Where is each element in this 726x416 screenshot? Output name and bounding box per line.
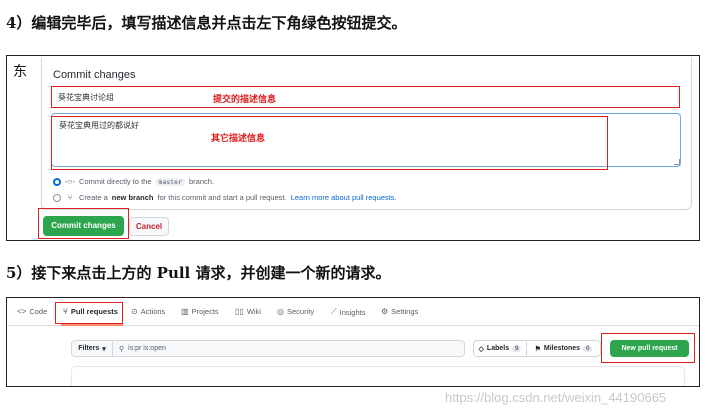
- tab-projects[interactable]: ▥ Projects: [181, 307, 219, 316]
- watermark: https://blog.csdn.net/weixin_44190665: [445, 390, 667, 405]
- tab-security[interactable]: ◎ Security: [277, 307, 314, 316]
- summary-annotation: 提交的描述信息: [213, 95, 277, 105]
- radio-commit-direct[interactable]: -○- Commit directly to the master branch…: [53, 177, 214, 186]
- radio-unselected-icon[interactable]: [53, 193, 61, 202]
- pull-requests-highlight-box: [55, 302, 123, 324]
- tab-code[interactable]: <> Code: [17, 307, 47, 316]
- pull-request-list: [71, 366, 685, 386]
- description-annotation: 其它描述信息: [211, 134, 266, 144]
- project-board-icon: ▥: [181, 307, 189, 316]
- shield-icon: ◎: [277, 307, 284, 316]
- graph-icon: ⟋: [331, 307, 337, 316]
- radio-new-branch[interactable]: ⑂ Create a new branch for this commit an…: [53, 193, 397, 202]
- search-icon: ⚲: [119, 345, 125, 353]
- tab-actions[interactable]: ⊙ Actions: [131, 307, 165, 316]
- new-pull-request-button[interactable]: New pull request: [610, 340, 689, 357]
- commit-summary-input[interactable]: 葵花宝典讨论组: [51, 86, 680, 108]
- labels-count: 9: [512, 345, 522, 352]
- book-icon: ▯▯: [235, 307, 244, 316]
- milestone-icon: ⚑: [534, 345, 541, 353]
- resize-grip-icon[interactable]: [674, 159, 680, 165]
- filters-button[interactable]: Filters ▾: [71, 340, 113, 357]
- pr-search-input[interactable]: ⚲ is:pr is:open: [112, 340, 465, 357]
- tab-wiki[interactable]: ▯▯ Wiki: [235, 307, 261, 316]
- labels-button[interactable]: ◇ Labels 9: [473, 340, 527, 357]
- tab-settings[interactable]: ⚙ Settings: [381, 307, 418, 316]
- commit-changes-title: Commit changes: [53, 69, 136, 81]
- step-4-instruction: 4）编辑完毕后，填写描述信息并点击左下角绿色按钮提交。: [6, 14, 407, 32]
- side-character: 东: [13, 64, 27, 80]
- commit-icon: -○-: [65, 177, 76, 186]
- caret-down-icon: ▾: [102, 345, 106, 353]
- branch-tag: master: [155, 177, 186, 186]
- description-highlight-box: [51, 116, 608, 170]
- pull-requests-screenshot-panel: <> Code ⑂ Pull requests ⊙ Actions ▥ Proj…: [6, 297, 700, 387]
- commit-screenshot-panel: 东 Commit changes 葵花宝典讨论组 提交的描述信息 葵花宝典用过的…: [6, 55, 700, 241]
- cancel-button[interactable]: Cancel: [129, 217, 169, 236]
- tab-insights[interactable]: ⟋ Insights: [331, 307, 365, 317]
- code-icon: <>: [17, 307, 27, 316]
- tag-icon: ◇: [478, 345, 484, 353]
- gear-icon: ⚙: [381, 307, 389, 316]
- active-tab-underline: [61, 324, 123, 326]
- learn-more-link[interactable]: Learn more about pull requests.: [291, 193, 397, 202]
- pull-request-icon: ⑂: [67, 193, 73, 202]
- play-circle-icon: ⊙: [131, 307, 138, 316]
- radio-selected-icon[interactable]: [53, 177, 61, 186]
- milestones-button[interactable]: ⚑ Milestones 0: [526, 340, 601, 357]
- commit-changes-button[interactable]: Commit changes: [43, 216, 124, 236]
- step-5-instruction: 5）接下来点击上方的 Pull 请求，并创建一个新的请求。: [6, 264, 391, 282]
- milestones-count: 0: [583, 345, 593, 352]
